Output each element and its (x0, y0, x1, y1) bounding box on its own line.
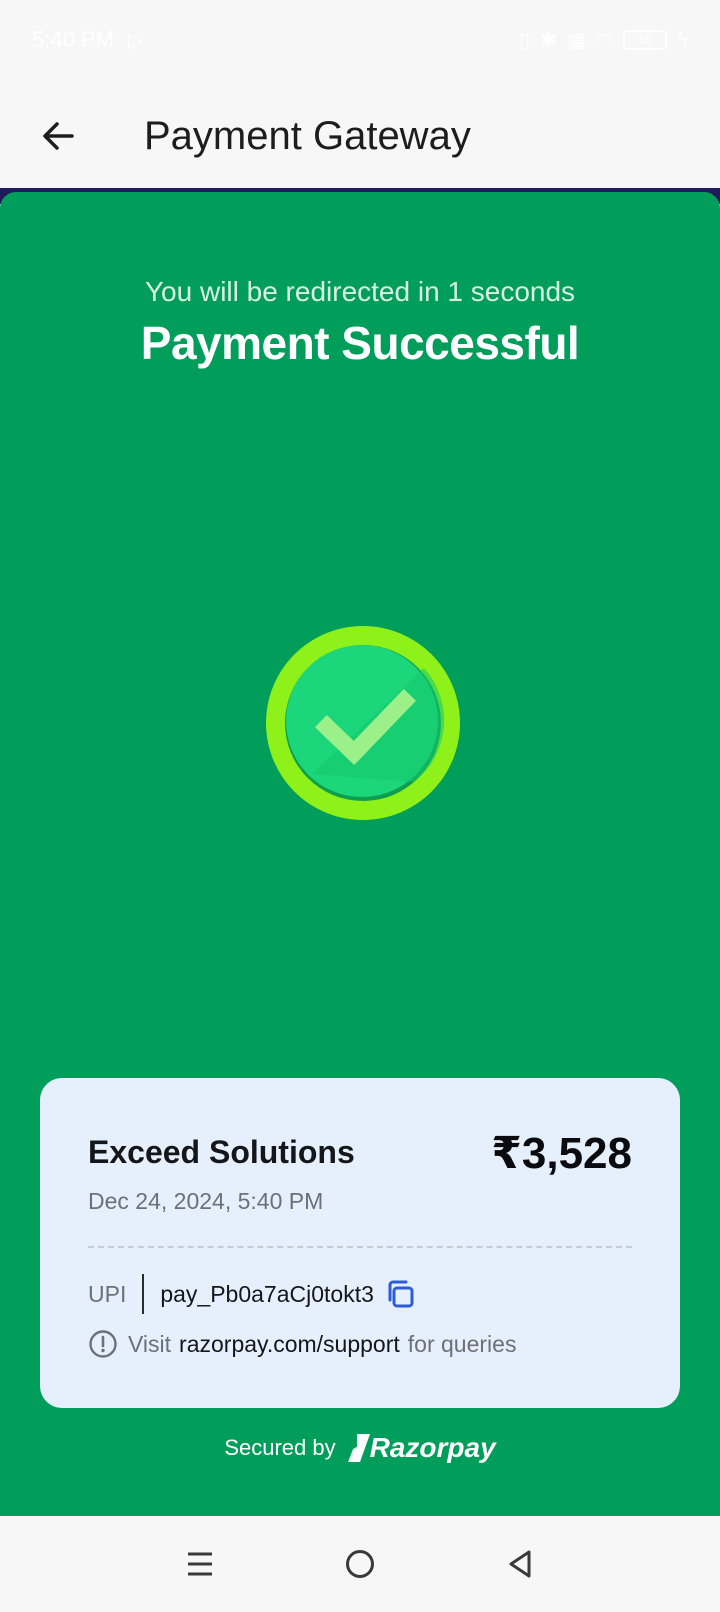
separator (142, 1274, 145, 1314)
battery-icon: 55 (623, 30, 668, 50)
payment-status-panel: You will be redirected in 1 seconds Paym… (0, 192, 720, 1516)
recent-apps-button[interactable] (170, 1534, 230, 1594)
payment-id: pay_Pb0a7aCj0tokt3 (160, 1280, 374, 1307)
signal-icon: ▦ (567, 29, 586, 52)
razorpay-mark-icon (347, 1434, 370, 1462)
app-bar: Payment Gateway (0, 80, 720, 192)
vibrate-icon: ▯ (519, 29, 531, 52)
merchant-name: Exceed Solutions (88, 1134, 355, 1170)
bluetooth-icon: ✱ (540, 29, 558, 52)
support-prefix: Visit (128, 1330, 172, 1357)
arrow-left-icon (43, 122, 74, 150)
play-store-icon: ▷ (127, 29, 144, 52)
payment-amount: ₹3,528 (491, 1129, 632, 1178)
charging-icon: ϟ (677, 28, 688, 51)
home-button[interactable] (330, 1534, 390, 1594)
secured-by-label: Secured by (224, 1435, 336, 1460)
copy-button[interactable] (384, 1277, 418, 1311)
copy-icon (388, 1280, 414, 1308)
page-title: Payment Gateway (144, 114, 471, 158)
circle-icon (346, 1550, 374, 1578)
triangle-back-icon (509, 1550, 531, 1578)
payment-id-row: UPI pay_Pb0a7aCj0tokt3 (88, 1274, 418, 1314)
secured-by-footer: Secured by Razorpay (0, 1432, 720, 1464)
payment-datetime: Dec 24, 2024, 5:40 PM (88, 1188, 324, 1214)
system-nav-bar (0, 1516, 720, 1612)
payment-method: UPI (88, 1280, 127, 1307)
info-icon (88, 1329, 118, 1359)
receipt-card: Exceed Solutions ₹3,528 Dec 24, 2024, 5:… (40, 1078, 680, 1408)
dashed-divider (88, 1246, 632, 1248)
support-suffix: for queries (407, 1330, 517, 1357)
success-title: Payment Successful (140, 317, 580, 369)
support-link[interactable]: razorpay.com/support (179, 1331, 400, 1358)
system-back-button[interactable] (490, 1534, 550, 1594)
status-bar: 5:40 PM ▷ ▯ ✱ ▦ ◠ 55 ϟ (0, 0, 720, 80)
razorpay-brand: Razorpay (369, 1432, 496, 1463)
menu-icon (188, 1552, 212, 1576)
status-right: ▯ ✱ ▦ ◠ 55 ϟ (519, 28, 688, 53)
status-time: 5:40 PM (32, 27, 114, 52)
redirect-countdown: You will be redirected in 1 seconds (144, 276, 576, 307)
back-button[interactable] (30, 108, 86, 164)
success-check-icon (264, 624, 462, 822)
wifi-icon: ◠ (595, 29, 614, 52)
status-left: 5:40 PM ▷ (32, 27, 143, 53)
razorpay-logo: Razorpay (347, 1432, 496, 1464)
support-row: Visit razorpay.com/support for queries (88, 1326, 516, 1362)
